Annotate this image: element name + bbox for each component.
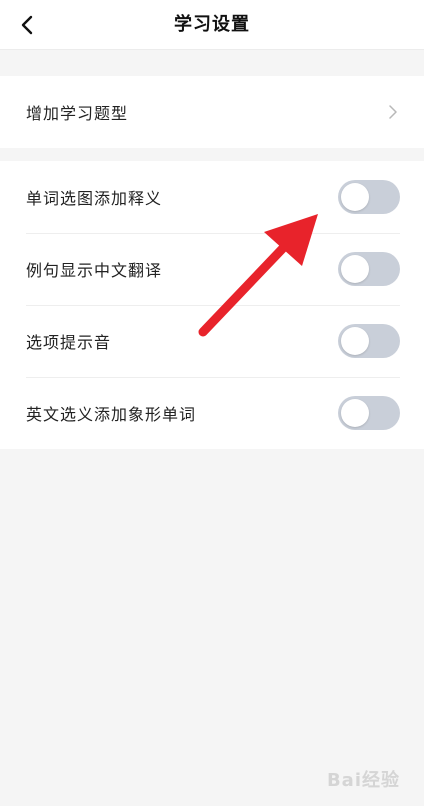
toggle-switch[interactable]	[338, 180, 400, 214]
setting-label: 例句显示中文翻译	[26, 261, 163, 280]
page-title: 学习设置	[174, 14, 250, 35]
setting-row-sentence-translation: 例句显示中文翻译	[0, 233, 424, 305]
toggle-settings-section: 单词选图添加释义 例句显示中文翻译 选项提示音 英文选义添加象形单词	[0, 161, 424, 449]
toggle-switch[interactable]	[338, 396, 400, 430]
toggle-knob	[341, 327, 369, 355]
setting-label: 单词选图添加释义	[26, 189, 163, 208]
setting-label: 英文选义添加象形单词	[26, 405, 197, 424]
toggle-knob	[341, 183, 369, 211]
setting-row-image-definition: 单词选图添加释义	[0, 161, 424, 233]
setting-row-option-sound: 选项提示音	[0, 305, 424, 377]
toggle-knob	[341, 399, 369, 427]
setting-label: 选项提示音	[26, 333, 112, 352]
toggle-switch[interactable]	[338, 324, 400, 358]
toggle-knob	[341, 255, 369, 283]
add-question-type-row[interactable]: 增加学习题型	[0, 76, 424, 148]
toggle-switch[interactable]	[338, 252, 400, 286]
top-bar: 学习设置	[0, 0, 424, 50]
watermark: Bai经验	[326, 770, 400, 791]
setting-row-pictograph-word: 英文选义添加象形单词	[0, 377, 424, 449]
question-type-section: 增加学习题型	[0, 76, 424, 148]
chevron-right-icon	[386, 105, 400, 119]
add-question-type-label: 增加学习题型	[26, 104, 129, 123]
